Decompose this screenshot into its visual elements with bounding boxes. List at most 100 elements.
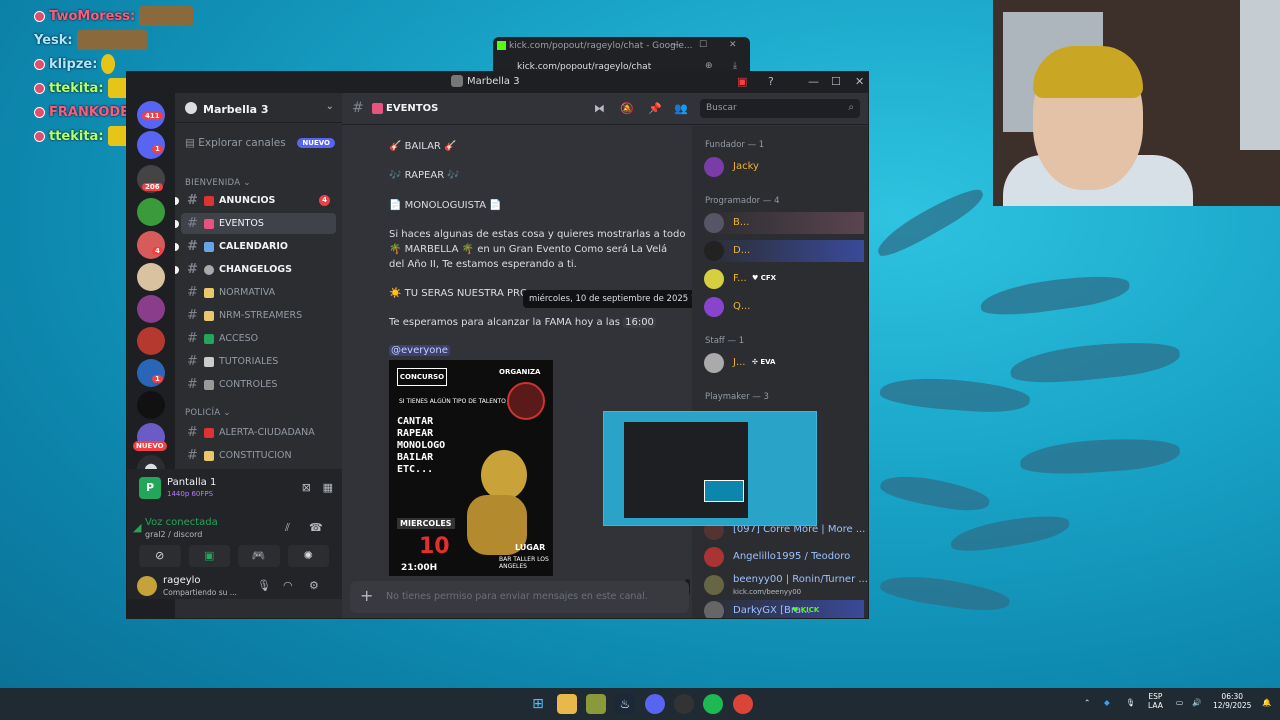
app-icon[interactable]	[586, 694, 606, 714]
file-explorer-icon[interactable]	[557, 694, 577, 714]
server-icon[interactable]	[137, 231, 165, 259]
zoom-icon[interactable]: ⊕	[705, 61, 713, 71]
everyone-mention[interactable]: @everyone	[389, 345, 450, 356]
channel-normativa[interactable]: # NORMATIVA	[181, 282, 336, 303]
threads-icon[interactable]: ⧓	[594, 102, 605, 115]
channel-calendario[interactable]: # CALENDARIO	[175, 236, 336, 257]
members-icon[interactable]: 👥	[674, 102, 688, 115]
channel-nrm-streamers[interactable]: # NRM-STREAMERS	[181, 305, 336, 326]
category-bienvenida[interactable]: BIENVENIDA ⌄	[185, 178, 251, 188]
channel-eventos[interactable]: # EVENTOS	[175, 213, 336, 234]
message-text: Si haces algunas de estas cosa y quieres…	[389, 229, 686, 240]
screen-share-icon[interactable]: ▣	[737, 75, 747, 88]
member-name: Angelillo1995 / Teodoro	[733, 551, 851, 562]
member-item[interactable]: DarkyGX [Bra... ♥ KICK	[704, 600, 864, 618]
server-icon[interactable]	[137, 263, 165, 291]
disconnect-icon[interactable]: ☎	[309, 521, 323, 534]
screen-share-icon[interactable]: ▣	[188, 545, 230, 567]
minimize-icon[interactable]: —	[808, 75, 819, 88]
message-input[interactable]: + No tienes permiso para enviar mensajes…	[350, 581, 689, 613]
member-item[interactable]: Q...	[704, 296, 864, 318]
kick-chat-popout-window[interactable]: kick.com/popout/rageylo/chat - Google...…	[493, 37, 750, 75]
hash-icon: #	[187, 308, 198, 323]
poster-act: BAILAR	[397, 452, 434, 463]
notifications-icon[interactable]: 🔕	[620, 102, 634, 115]
event-poster-image[interactable]: CONCURSO ORGANIZA SI TIENES ALGÚN TIPO D…	[389, 360, 553, 576]
member-list: Fundador — 1 Jacky Programador — 4 B... …	[692, 126, 868, 618]
noise-suppression-icon[interactable]: ⫽	[285, 521, 290, 535]
microphone-icon[interactable]: 🎙	[257, 579, 271, 592]
member-item[interactable]: J... ✣ EVA	[704, 352, 864, 374]
hash-icon: #	[187, 262, 198, 277]
maximize-icon[interactable]: ☐	[831, 75, 841, 88]
minimize-icon[interactable]: —	[671, 40, 680, 50]
security-icon[interactable]: ◆	[1104, 698, 1110, 707]
obs-icon[interactable]	[674, 694, 694, 714]
close-icon[interactable]: ✕	[855, 75, 864, 88]
server-icon[interactable]	[137, 327, 165, 355]
message-line: del Año II, Te estamos esperando a ti.	[389, 257, 577, 272]
channel-alerta-ciudadana[interactable]: # ALERTA-CIUDADANA	[181, 422, 336, 443]
server-icon[interactable]	[137, 295, 165, 323]
badge-icon	[34, 58, 45, 70]
server-header[interactable]: Marbella 3 ⌄	[175, 93, 342, 123]
member-item[interactable]: Angelillo1995 / Teodoro	[704, 546, 864, 568]
gear-icon	[204, 264, 214, 275]
member-item[interactable]: Jacky	[704, 156, 864, 178]
alert-icon	[204, 427, 214, 438]
stream-preview[interactable]: P Pantalla 1 1440p 60FPS ⊠ ▦	[135, 475, 333, 503]
windows-start-icon[interactable]: ⊞	[528, 694, 548, 714]
language-label: ESP	[1148, 692, 1163, 701]
camera-off-icon[interactable]: ⊘	[139, 545, 181, 567]
voice-status[interactable]: Voz conectada gral2 / discord	[145, 517, 218, 539]
member-item[interactable]: D...	[704, 240, 864, 262]
activity-icon[interactable]: 🎮	[238, 545, 280, 567]
search-input[interactable]: Buscar ⌕	[700, 99, 860, 118]
member-item[interactable]: F... ♥ CFX	[704, 268, 864, 290]
steam-icon[interactable]: ♨	[615, 694, 635, 714]
gear-icon[interactable]: ⚙	[309, 579, 319, 592]
server-icon[interactable]	[137, 198, 165, 226]
channel-changelogs[interactable]: # CHANGELOGS	[175, 259, 336, 280]
microphone-icon[interactable]: 🎙	[1126, 698, 1136, 707]
chrome-icon[interactable]	[733, 694, 753, 714]
title-bar: Marbella 3 ▣ ? — ☐ ✕	[127, 72, 868, 93]
discord-icon[interactable]	[645, 694, 665, 714]
timestamp[interactable]: 16:00	[623, 317, 656, 328]
server-icon[interactable]	[137, 391, 165, 419]
spotify-icon[interactable]	[703, 694, 723, 714]
channel-tutoriales[interactable]: # TUTORIALES	[181, 351, 336, 372]
soundboard-icon[interactable]: ✺	[287, 545, 329, 567]
channel-anuncios[interactable]: # ANUNCIOS 4	[175, 190, 336, 211]
member-item[interactable]: B...	[704, 212, 864, 234]
pin-icon[interactable]: 📌	[648, 102, 662, 115]
stop-stream-icon[interactable]: ⊠	[302, 481, 311, 494]
explore-channels[interactable]: ▤ Explorar canales NUEVO	[185, 137, 335, 153]
taskbar: ⊞ ♨ ⌃ ◆ 🎙 ESP LAA ▭ 🔊 06:30 12/9/2025 🔔	[0, 688, 1280, 720]
badge-icon	[34, 10, 45, 22]
notifications-icon[interactable]: 🔔	[1262, 698, 1271, 707]
member-group-label: Programador — 4	[705, 196, 780, 206]
language-indicator[interactable]: ESP LAA	[1148, 692, 1163, 710]
channel-constitucion[interactable]: # CONSTITUCION	[181, 445, 336, 466]
chevron-up-icon[interactable]: ⌃	[1084, 698, 1090, 707]
category-policia[interactable]: POLICÍA ⌄	[185, 408, 231, 418]
clock[interactable]: 06:30 12/9/2025	[1213, 692, 1251, 710]
server-icon[interactable]	[137, 359, 165, 387]
network-icon[interactable]: ▭	[1176, 698, 1183, 707]
close-icon[interactable]: ✕	[729, 40, 737, 50]
unread-badge: 1	[152, 375, 163, 383]
download-icon[interactable]: ⤓	[733, 61, 737, 71]
member-item[interactable]: beenyy00 | Ronin/Turner ... kick.com/been…	[704, 574, 868, 596]
window-preview-thumbnail[interactable]	[603, 411, 817, 526]
volume-icon[interactable]: 🔊	[1192, 698, 1201, 707]
maximize-icon[interactable]: ☐	[699, 40, 707, 50]
headphones-icon[interactable]: ◠	[283, 579, 293, 592]
server-tag: ♥ CFX	[752, 274, 777, 282]
channel-acceso[interactable]: # ACCESO	[181, 328, 336, 349]
plus-icon[interactable]: +	[360, 586, 373, 605]
user-info[interactable]: rageylo Compartiendo su ... 🎙 ◠ ⚙	[137, 574, 337, 598]
stream-settings-icon[interactable]: ▦	[323, 481, 333, 494]
help-icon[interactable]: ?	[768, 75, 774, 88]
channel-controles[interactable]: # CONTROLES	[181, 374, 336, 395]
